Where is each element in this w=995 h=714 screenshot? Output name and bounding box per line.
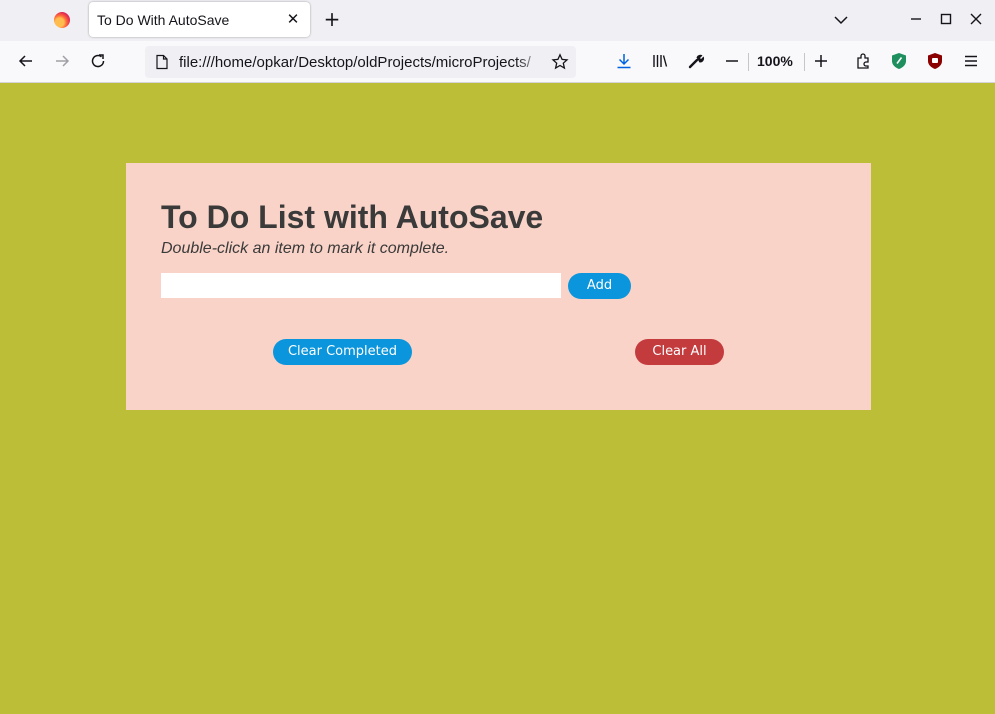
- tab-strip: To Do With AutoSave ✕ +: [0, 0, 995, 41]
- navigation-toolbar: file:///home/opkar/Desktop/oldProjects/m…: [0, 41, 995, 83]
- zoom-in-icon[interactable]: [811, 51, 831, 71]
- zoom-divider: [804, 53, 805, 71]
- page-subtitle: Double-click an item to mark it complete…: [161, 240, 450, 257]
- maximize-icon[interactable]: [936, 9, 956, 29]
- chevron-down-icon[interactable]: [832, 11, 850, 29]
- url-bar[interactable]: file:///home/opkar/Desktop/oldProjects/m…: [145, 46, 576, 78]
- tab-title: To Do With AutoSave: [97, 12, 230, 28]
- url-text: file:///home/opkar/Desktop/oldProjects/m…: [179, 54, 531, 71]
- clear-completed-button[interactable]: Clear Completed: [273, 339, 412, 365]
- privacy-shield-icon[interactable]: [889, 51, 909, 71]
- zoom-divider: [748, 53, 749, 71]
- minimize-icon[interactable]: [906, 9, 926, 29]
- zoom-level[interactable]: 100%: [757, 53, 793, 69]
- downloads-icon[interactable]: [614, 51, 634, 71]
- page-icon: [156, 54, 168, 70]
- add-button[interactable]: Add: [568, 273, 631, 299]
- library-icon[interactable]: [650, 51, 670, 71]
- tab-close-button[interactable]: ✕: [284, 10, 302, 28]
- wrench-icon[interactable]: [686, 51, 706, 71]
- todo-input[interactable]: [161, 273, 561, 298]
- new-tab-button[interactable]: +: [322, 9, 342, 29]
- menu-icon[interactable]: [961, 51, 981, 71]
- extensions-icon[interactable]: [853, 51, 873, 71]
- clear-all-button[interactable]: Clear All: [635, 339, 724, 365]
- forward-icon[interactable]: [52, 51, 72, 71]
- close-icon[interactable]: [966, 9, 986, 29]
- firefox-icon[interactable]: [54, 12, 70, 28]
- reload-icon[interactable]: [88, 51, 108, 71]
- url-fade: [515, 50, 545, 74]
- page-title: To Do List with AutoSave: [161, 199, 544, 235]
- bookmark-star-icon[interactable]: [551, 53, 569, 71]
- todo-card: To Do List with AutoSave Double-click an…: [126, 163, 871, 410]
- ublock-icon[interactable]: [925, 51, 945, 71]
- back-icon[interactable]: [16, 51, 36, 71]
- zoom-out-icon[interactable]: [722, 51, 742, 71]
- tab-todo[interactable]: To Do With AutoSave ✕: [89, 2, 310, 37]
